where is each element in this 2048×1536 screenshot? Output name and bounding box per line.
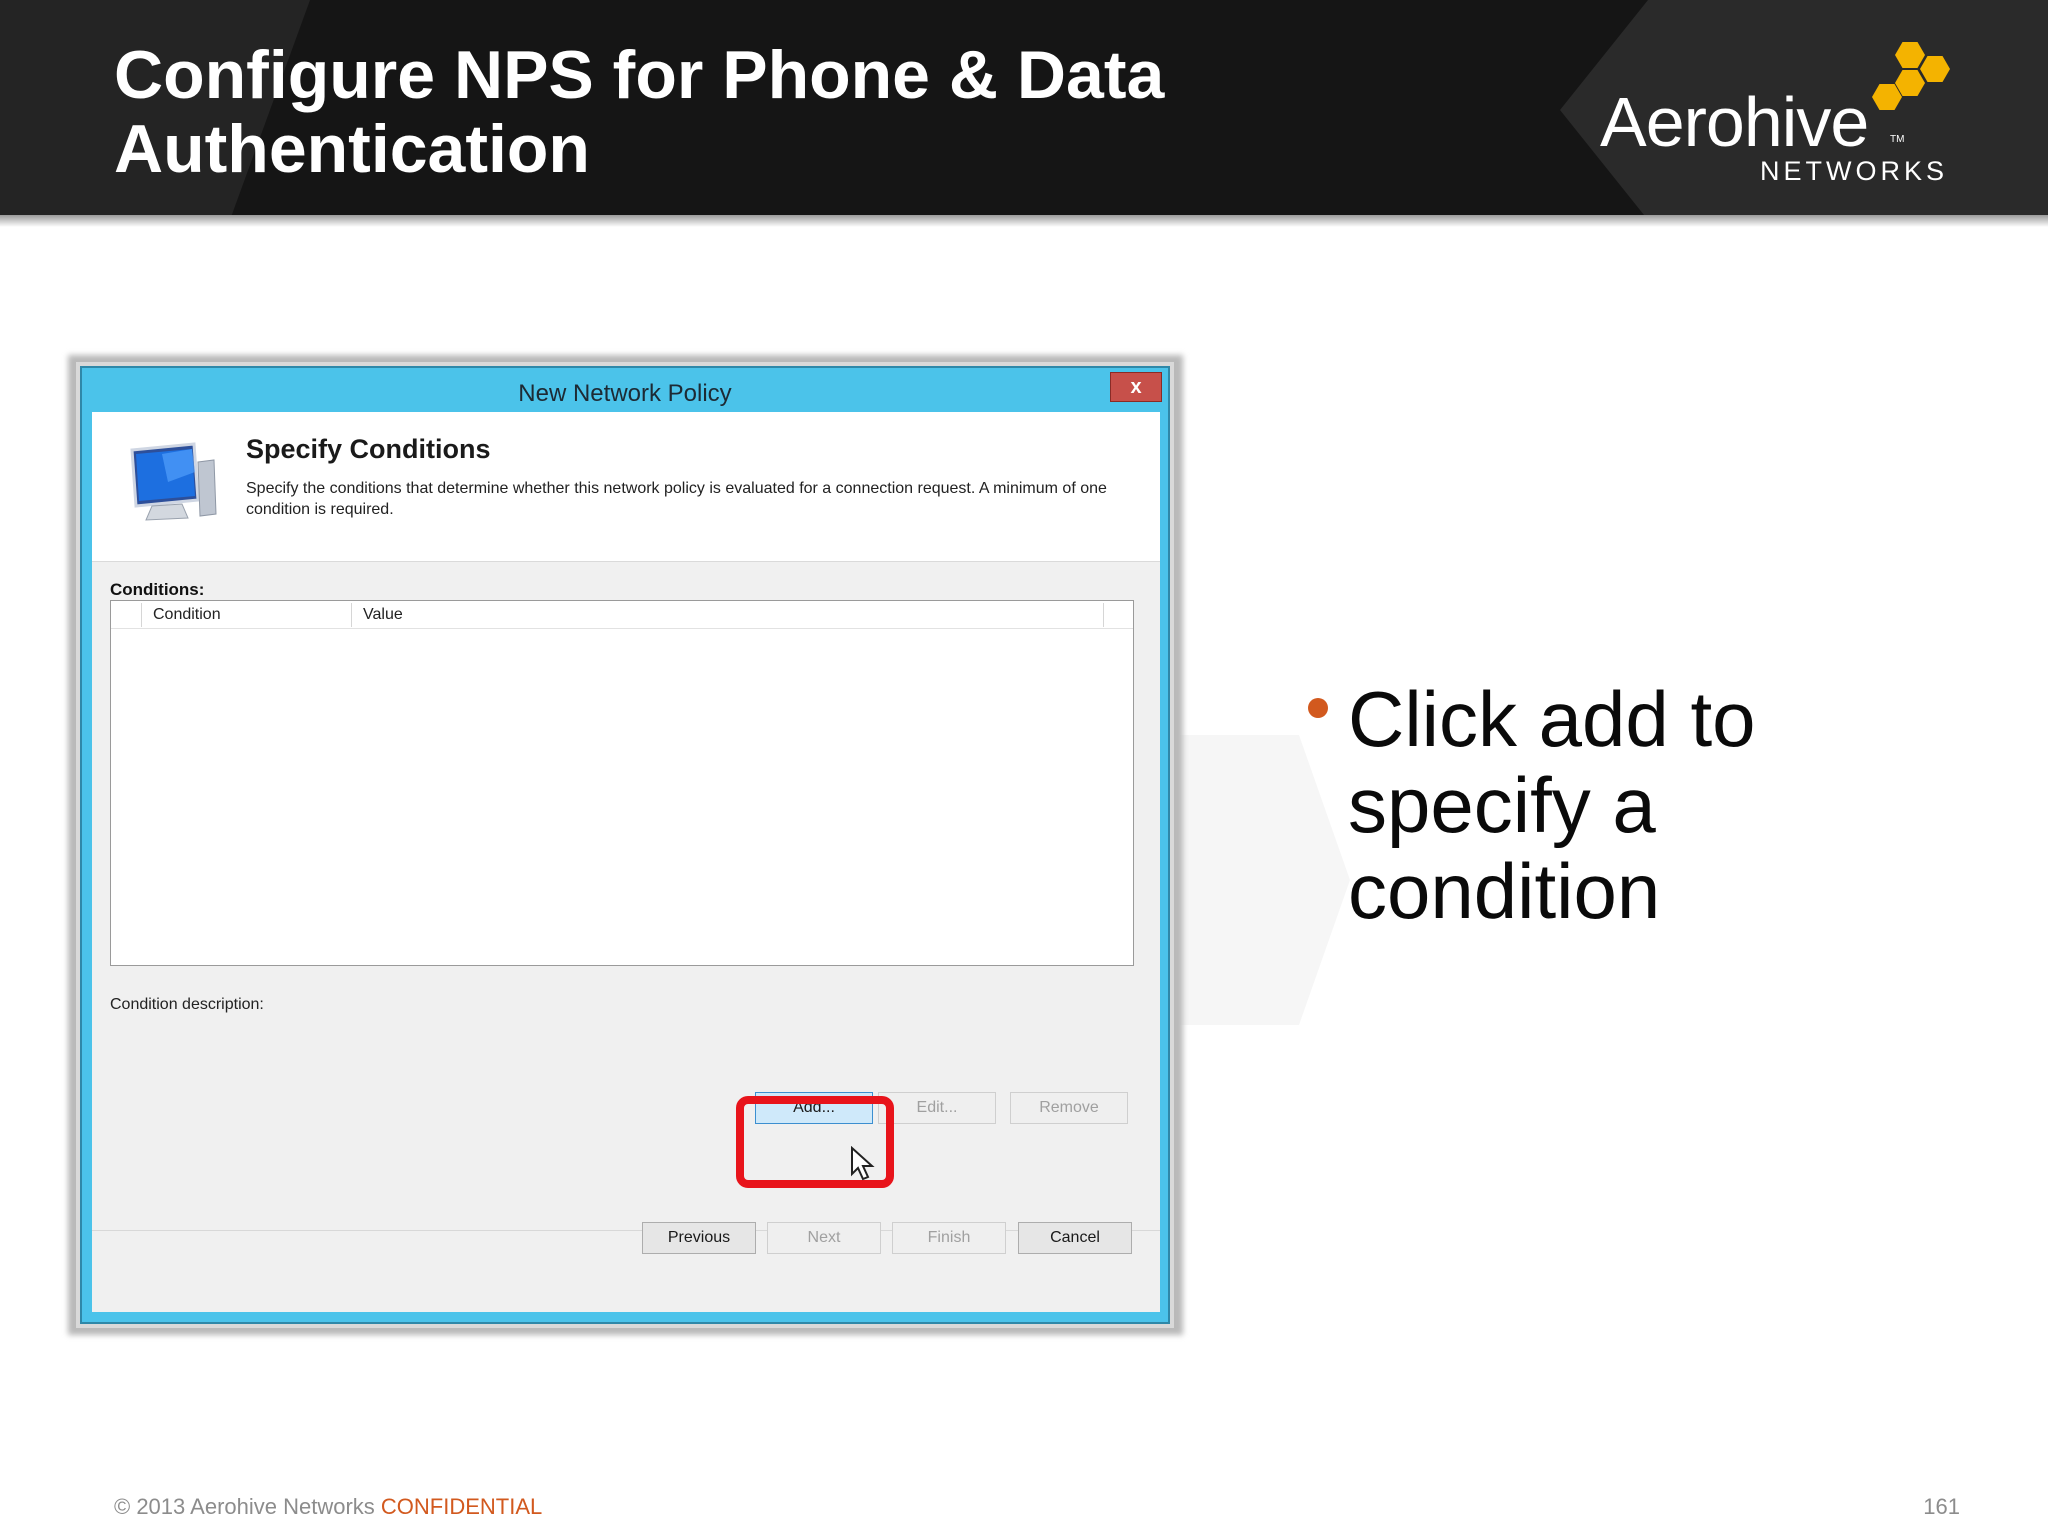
slide-title-line1: Configure NPS for Phone & Data (114, 37, 1165, 113)
confidential-label: CONFIDENTIAL (380, 1494, 543, 1519)
edit-button[interactable]: Edit... (878, 1092, 996, 1124)
conditions-label: Conditions: (110, 580, 205, 599)
logo-wordmark: Aerohive (1600, 83, 1869, 161)
logo-hex-icon (1895, 70, 1925, 96)
column-separator (1103, 603, 1104, 627)
monitor-icon (130, 442, 217, 521)
column-separator (141, 603, 142, 627)
conditions-list[interactable]: Condition Value (110, 600, 1134, 966)
aerohive-logo: Aerohive TM NETWORKS (1590, 36, 1970, 186)
column-separator (351, 603, 352, 627)
bullet-text: Click add to specify a condition (1348, 675, 1756, 935)
dialog-heading: Specify Conditions (246, 434, 491, 464)
dialog-titlebar[interactable]: New Network Policy x (82, 368, 1168, 412)
copyright-text: © 2013 Aerohive Networks (114, 1494, 375, 1519)
logo-trademark: TM (1890, 134, 1905, 145)
header-shadow (0, 215, 2048, 227)
condition-description-label: Condition description: (110, 996, 264, 1013)
page-number: 161 (1923, 1494, 1960, 1519)
slide-title: Configure NPS for Phone & Data Authentic… (114, 38, 1414, 186)
column-header-condition[interactable]: Condition (153, 606, 221, 624)
dialog-title: New Network Policy (518, 380, 732, 407)
close-button[interactable]: x (1110, 372, 1162, 402)
cancel-button[interactable]: Cancel (1018, 1222, 1132, 1254)
conditions-list-header: Condition Value (111, 601, 1133, 629)
bullet-marker (1308, 698, 1328, 718)
new-network-policy-dialog: New Network Policy x Specify Conditions … (80, 366, 1170, 1324)
dialog-header-panel: Specify Conditions Specify the condition… (92, 412, 1160, 562)
logo-hex-icon (1872, 84, 1902, 110)
background-chevron (1180, 735, 1350, 1025)
dialog-description: Specify the conditions that determine wh… (246, 480, 1107, 518)
previous-button[interactable]: Previous (642, 1222, 756, 1254)
logo-subtitle: NETWORKS (1760, 156, 1949, 186)
logo-hex-icon (1895, 42, 1925, 68)
column-header-value[interactable]: Value (363, 606, 403, 624)
footer-copyright: © 2013 Aerohive Networks CONFIDENTIAL (114, 1494, 542, 1520)
remove-button[interactable]: Remove (1010, 1092, 1128, 1124)
mouse-cursor-icon (851, 1146, 875, 1181)
finish-button[interactable]: Finish (892, 1222, 1006, 1254)
slide-header: Configure NPS for Phone & Data Authentic… (0, 0, 2048, 215)
logo-hex-icon (1920, 56, 1950, 82)
dialog-client-area: Specify Conditions Specify the condition… (92, 412, 1160, 1312)
slide-title-line2: Authentication (114, 111, 590, 187)
next-button[interactable]: Next (767, 1222, 881, 1254)
screenshot-frame: New Network Policy x Specify Conditions … (76, 362, 1174, 1328)
